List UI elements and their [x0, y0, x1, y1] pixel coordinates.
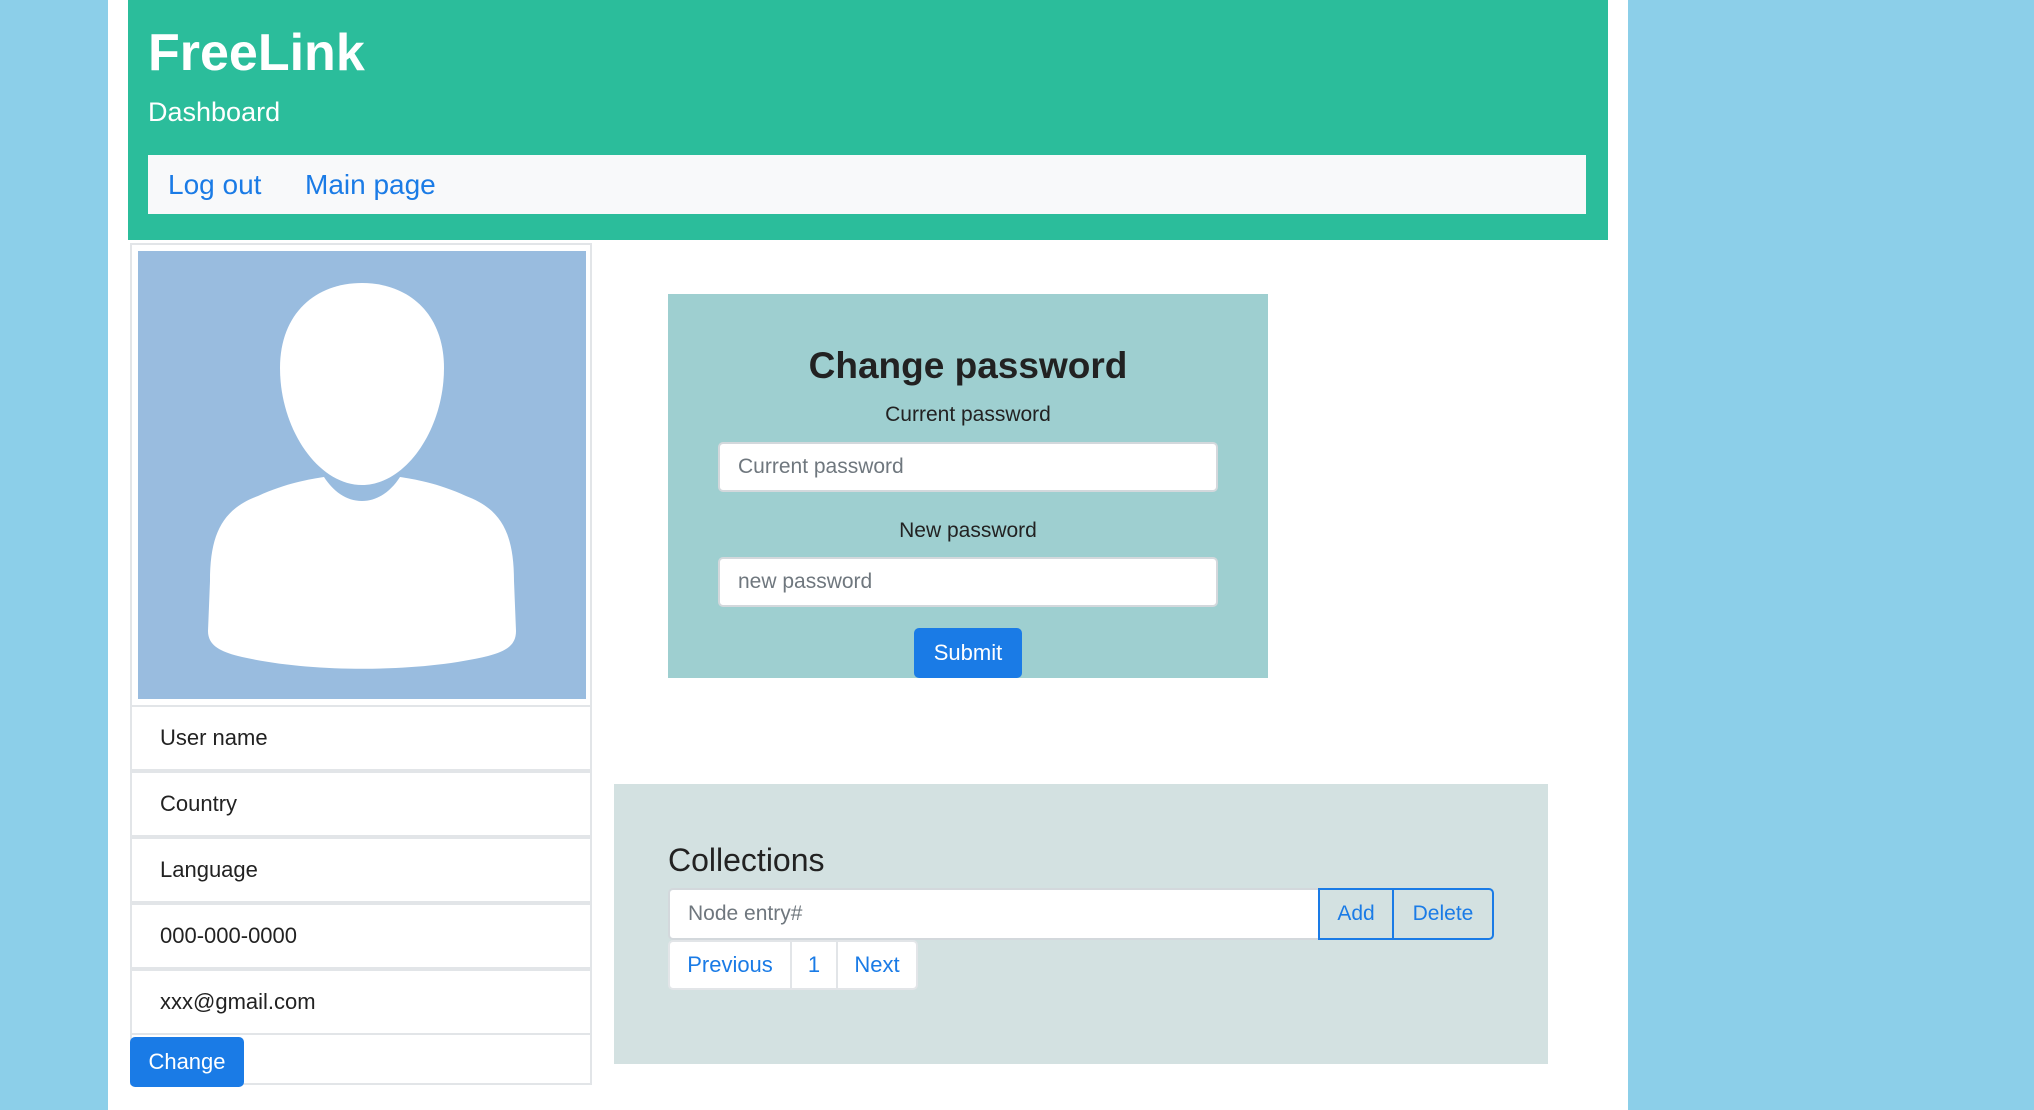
change-password-panel: Change password Current password New pas…: [668, 294, 1268, 678]
add-node-button[interactable]: Add: [1318, 888, 1394, 940]
submit-password-button[interactable]: Submit: [914, 628, 1022, 678]
page-subtitle: Dashboard: [148, 97, 281, 127]
user-silhouette-icon: [208, 283, 516, 669]
profile-phone: 000-000-0000: [130, 903, 592, 969]
new-password-label: New password: [899, 519, 1037, 542]
new-password-input[interactable]: [718, 557, 1218, 607]
collections-panel: Collections Add Delete Previous 1 Next: [614, 784, 1548, 1064]
nav-logout-link[interactable]: Log out: [168, 155, 261, 214]
pagination-next[interactable]: Next: [836, 940, 918, 990]
header: FreeLink Dashboard Log out Main page: [128, 0, 1608, 240]
delete-node-button[interactable]: Delete: [1392, 888, 1494, 940]
profile-language: Language: [130, 837, 592, 903]
collections-title: Collections: [668, 842, 825, 878]
profile-username: User name: [130, 705, 592, 771]
profile-email: xxx@gmail.com: [130, 969, 592, 1035]
brand-title: FreeLink: [148, 24, 365, 82]
nav-main-page-link[interactable]: Main page: [305, 155, 436, 214]
pagination-previous[interactable]: Previous: [668, 940, 792, 990]
pagination-page-1[interactable]: 1: [790, 940, 838, 990]
change-password-title: Change password: [808, 345, 1128, 386]
current-password-label-text: Current password: [885, 403, 1051, 426]
change-profile-button[interactable]: Change: [130, 1037, 244, 1087]
current-password-input[interactable]: [718, 442, 1218, 492]
avatar: [138, 251, 586, 699]
node-entry-input[interactable]: [668, 888, 1320, 940]
profile-country: Country: [130, 771, 592, 837]
navbar: Log out Main page: [148, 155, 1586, 214]
